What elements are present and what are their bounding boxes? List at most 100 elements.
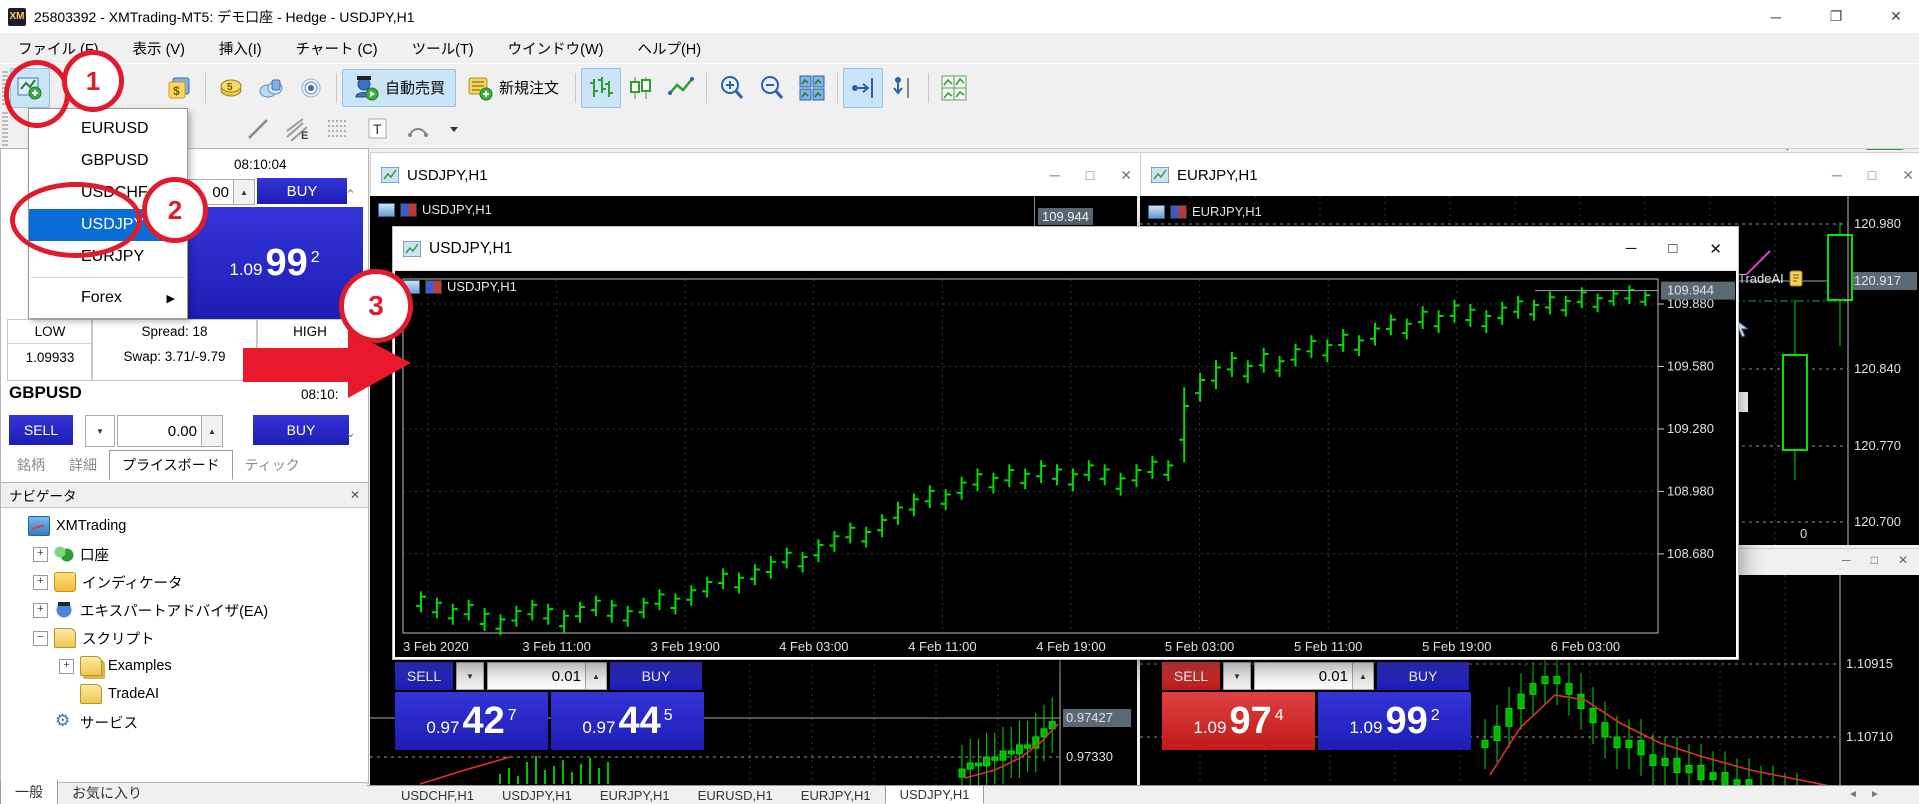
indicators-button[interactable] — [934, 68, 974, 108]
bg-window-close-button[interactable]: ✕ — [1120, 167, 1132, 184]
history-center-button[interactable]: 5 — [211, 68, 251, 108]
cloud-button[interactable] — [251, 68, 291, 108]
popup-chart-area[interactable]: 3 Feb 20203 Feb 11:003 Feb 19:004 Feb 03… — [395, 271, 1736, 657]
bg-window-minimize-button[interactable]: ─ — [1050, 167, 1060, 184]
fibonacci-tool-button[interactable]: E — [278, 109, 318, 149]
bg-window-maximize-button[interactable]: □ — [1086, 167, 1094, 184]
shapes-tool-button[interactable] — [398, 109, 438, 149]
auto-trade-button[interactable]: 自動売買 — [342, 69, 456, 107]
line-chart-button[interactable] — [661, 68, 701, 108]
chart-tab[interactable]: USDJPY,H1 — [885, 785, 985, 804]
usdchf-volume-stepper[interactable]: 0.01 ▲ — [487, 662, 607, 690]
usdchf-buy-price-button[interactable]: 0.97445 — [551, 692, 704, 750]
chart-tab[interactable]: EURUSD,H1 — [684, 787, 787, 804]
grid-tool-button[interactable] — [318, 109, 358, 149]
tree-expander-icon[interactable]: + — [33, 547, 48, 562]
gbpusd-volume-up-icon[interactable]: ▲ — [201, 416, 222, 446]
usdchf-volume-up-icon[interactable]: ▲ — [585, 663, 606, 689]
usdjpy-bg-window-titlebar[interactable]: USDJPY,H1 ─ □ ✕ — [370, 152, 1149, 198]
usdchf-sell-header-button[interactable]: SELL — [395, 662, 453, 690]
usdchf-sell-price-button[interactable]: 0.97427 — [395, 692, 548, 750]
menu-item[interactable]: チャート (C) — [296, 38, 378, 59]
gbpusd-sell-button[interactable]: SELL — [9, 415, 73, 445]
eurusd-volume-up-icon[interactable]: ▲ — [233, 180, 254, 204]
shapes-dropdown-arrow[interactable] — [438, 113, 470, 145]
menu-item[interactable]: ウインドウ(W) — [508, 38, 604, 59]
navigator-tree-item[interactable]: XMTrading — [1, 512, 368, 540]
usdchf-buy-header-button[interactable]: BUY — [610, 662, 702, 690]
popup-minimize-button[interactable]: ─ — [1626, 240, 1637, 258]
eurjpy-maximize-button[interactable]: □ — [1868, 167, 1876, 184]
eurusd-sell-header-button[interactable]: SELL — [1162, 662, 1220, 690]
menu-item[interactable]: 挿入(I) — [219, 38, 262, 59]
eurusd-volume-dropdown[interactable]: ▼ — [1223, 662, 1251, 690]
menu-item[interactable]: 表示 (V) — [133, 38, 185, 59]
eurusd-buy-price-button[interactable]: 1.09 99 2 — [186, 207, 363, 319]
zoom-in-button[interactable] — [712, 68, 752, 108]
usdchf-volume-dropdown[interactable]: ▼ — [456, 662, 484, 690]
eurjpy-close-button[interactable]: ✕ — [1902, 167, 1914, 184]
app-minimize-button[interactable]: ─ — [1761, 9, 1791, 25]
menu-item[interactable]: ヘルプ(H) — [637, 38, 701, 59]
eurjpy-minimize-button[interactable]: ─ — [1832, 167, 1842, 184]
menu-item[interactable]: ツール(T) — [412, 38, 474, 59]
chart-tab[interactable]: USDJPY,H1 — [488, 787, 586, 804]
new-order-button[interactable]: 新規注文 — [456, 69, 570, 107]
chart-tab-scroll-left-icon[interactable]: ◄ — [1848, 789, 1858, 800]
candle-chart-button[interactable] — [621, 68, 661, 108]
popup-maximize-button[interactable]: □ — [1668, 240, 1677, 258]
eurusd-sell-price-button[interactable]: 1.09974 — [1162, 692, 1315, 750]
symbol-menu-forex-submenu[interactable]: Forex ▶ — [29, 282, 187, 314]
market-watch-scroll-up-icon[interactable]: ⌃ — [345, 187, 356, 203]
navigator-tab[interactable]: お気に入り — [58, 781, 156, 804]
market-watch-tab[interactable]: 銘柄 — [5, 451, 57, 479]
auto-scroll-button[interactable] — [843, 68, 883, 108]
eurusd-window-minimize-button[interactable]: ─ — [1842, 553, 1851, 567]
usdchf-window-chart[interactable]: 0.974270.97330 SELL ▼ 0.01 ▲ BUY 0.97427… — [370, 658, 1137, 785]
text-tool-button[interactable]: T — [358, 109, 398, 149]
signals-button[interactable] — [291, 68, 331, 108]
navigator-tree-item[interactable]: + エキスパートアドバイザ(EA) — [1, 596, 368, 624]
chart-tab[interactable]: EURJPY,H1 — [787, 787, 885, 804]
chart-tab[interactable]: USDCHF,H1 — [387, 787, 488, 804]
popup-close-button[interactable]: ✕ — [1709, 240, 1722, 258]
navigator-tree-item[interactable]: − スクリプト — [1, 624, 368, 652]
navigator-tree-item[interactable]: サービス — [1, 708, 368, 736]
eurusd-buy-header-button[interactable]: BUY — [1377, 662, 1469, 690]
profiles-button[interactable]: $ — [160, 68, 200, 108]
app-close-button[interactable]: ✕ — [1881, 8, 1911, 25]
usdjpy-popup-window[interactable]: USDJPY,H1 ─ □ ✕ 3 Feb 20203 Feb 11:003 F… — [392, 226, 1739, 660]
gbpusd-volume-stepper[interactable]: 0.00 ▲ — [117, 415, 223, 447]
tree-expander-icon[interactable]: + — [33, 603, 48, 618]
tile-windows-button[interactable] — [792, 68, 832, 108]
eurjpy-window-titlebar[interactable]: EURJPY,H1 ─ □ ✕ — [1140, 152, 1919, 198]
navigator-tree-item[interactable]: + インディケータ — [1, 568, 368, 596]
app-maximize-button[interactable]: ❐ — [1821, 8, 1851, 25]
navigator-tab[interactable]: 一般 — [0, 779, 58, 804]
eurusd-window-close-button[interactable]: ✕ — [1898, 553, 1908, 567]
eurusd-window-titlebar[interactable]: ─ □ ✕ — [1737, 548, 1919, 577]
gbpusd-buy-button[interactable]: BUY — [253, 415, 349, 445]
eurusd-window-maximize-button[interactable]: □ — [1871, 553, 1878, 567]
chart-tab-scroll-right-icon[interactable]: ► — [1870, 789, 1880, 800]
tree-expander-icon[interactable]: + — [33, 575, 48, 590]
tree-expander-icon[interactable]: − — [33, 631, 48, 646]
bar-chart-button[interactable] — [581, 68, 621, 108]
toolbar2-grip[interactable] — [2, 112, 8, 146]
navigator-tree-item[interactable]: + Examples — [1, 652, 368, 680]
market-watch-tab[interactable]: 詳細 — [57, 451, 109, 479]
symbol-menu-item[interactable]: GBPUSD — [29, 145, 187, 177]
eurusd-buy-header-button[interactable]: BUY — [257, 178, 347, 204]
navigator-close-icon[interactable]: ✕ — [350, 488, 360, 502]
market-watch-scroll-down-icon[interactable]: ⌄ — [345, 425, 356, 441]
gbpusd-volume-dropdown[interactable]: ▼ — [85, 415, 115, 447]
navigator-tree-item[interactable]: + 口座 — [1, 540, 368, 568]
market-watch-tab[interactable]: ティック — [233, 451, 312, 479]
chart-tab[interactable]: EURJPY,H1 — [586, 787, 684, 804]
tree-expander-icon[interactable]: + — [59, 659, 74, 674]
chart-shift-button[interactable] — [883, 68, 923, 108]
trendline-tool-button[interactable] — [238, 109, 278, 149]
navigator-tree-item[interactable]: TradeAI — [1, 680, 368, 708]
eurusd-volume-up-icon[interactable]: ▲ — [1352, 663, 1373, 689]
zoom-out-button[interactable] — [752, 68, 792, 108]
